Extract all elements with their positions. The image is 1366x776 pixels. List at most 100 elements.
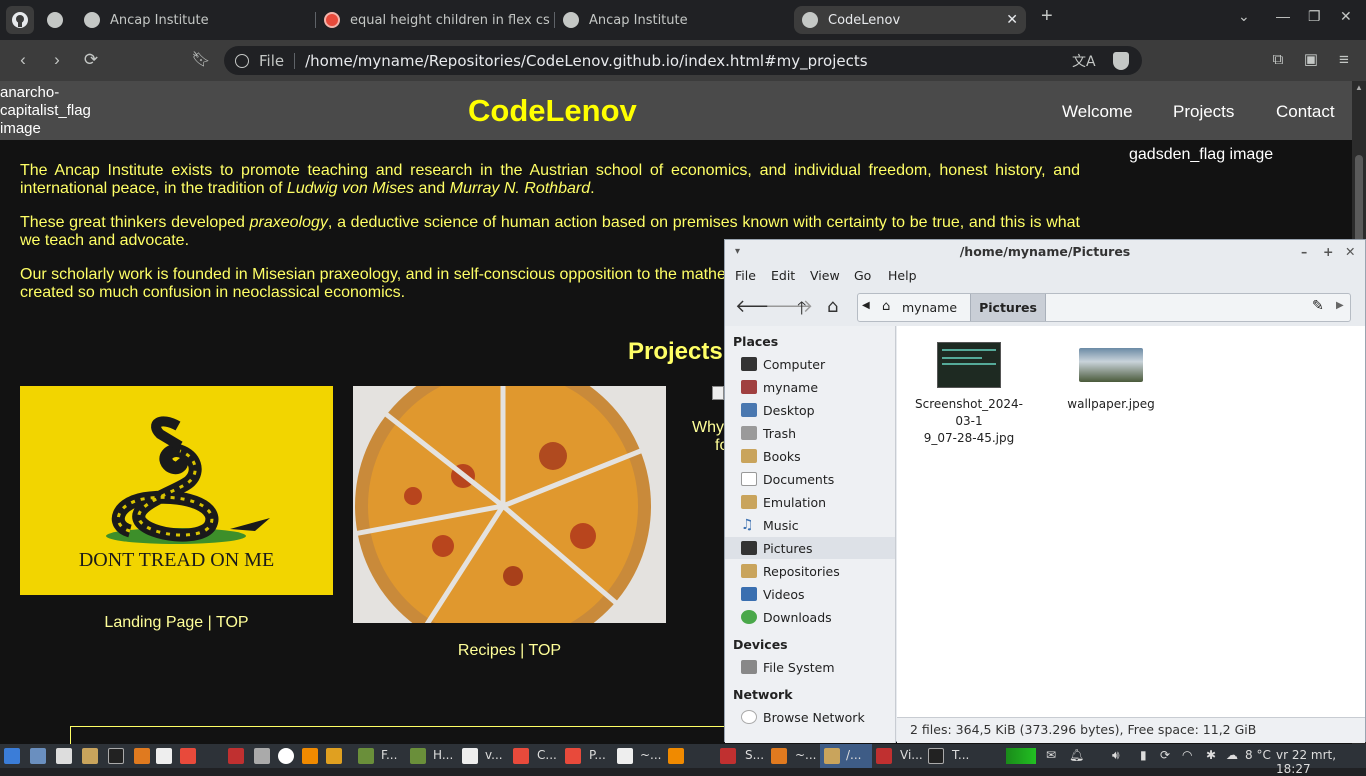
task-icon[interactable] bbox=[358, 748, 374, 764]
fm-menu-go[interactable]: Go bbox=[854, 268, 871, 283]
place-repositories[interactable]: Repositories bbox=[741, 560, 891, 582]
place-books[interactable]: Books bbox=[741, 445, 891, 467]
fm-close-icon[interactable]: ✕ bbox=[1345, 240, 1355, 264]
sidebar-icon[interactable]: ▣ bbox=[1299, 49, 1323, 71]
terminal-launcher-icon[interactable] bbox=[108, 748, 124, 764]
task-label[interactable]: C... bbox=[537, 748, 557, 762]
project-3-caption-partial[interactable]: Why bbox=[692, 419, 724, 437]
active-task[interactable]: /... bbox=[820, 744, 872, 768]
task-icon[interactable] bbox=[565, 748, 581, 764]
new-tab-button[interactable]: + bbox=[1041, 5, 1053, 28]
sublime-launcher-icon[interactable] bbox=[134, 748, 150, 764]
nav-contact-link[interactable]: Contact bbox=[1276, 102, 1335, 122]
crumb-myname[interactable]: myname bbox=[902, 300, 957, 315]
path-left-arrow-icon[interactable]: ◀ bbox=[862, 300, 870, 311]
close-tab-icon[interactable]: ✕ bbox=[1006, 12, 1018, 28]
task-icon[interactable] bbox=[513, 748, 529, 764]
place-desktop[interactable]: Desktop bbox=[741, 399, 891, 421]
url-text[interactable]: /home/myname/Repositories/CodeLenov.gith… bbox=[305, 52, 867, 70]
fm-menu-edit[interactable]: Edit bbox=[771, 268, 795, 283]
address-bar[interactable]: File /home/myname/Repositories/CodeLenov… bbox=[224, 46, 1142, 75]
task-icon[interactable] bbox=[771, 748, 787, 764]
fm-titlebar[interactable]: ▾ /home/myname/Pictures – + ✕ bbox=[725, 240, 1365, 264]
pinned-tab-globe[interactable] bbox=[41, 6, 69, 34]
place-computer[interactable]: Computer bbox=[741, 353, 891, 375]
scroll-up-icon[interactable]: ▲ bbox=[1355, 83, 1363, 92]
info-icon[interactable] bbox=[235, 53, 249, 68]
wifi-icon[interactable]: ◠ bbox=[1182, 748, 1192, 762]
task-label[interactable]: H... bbox=[433, 748, 453, 762]
volume-icon[interactable]: 🔊︎ bbox=[1112, 748, 1120, 763]
show-desktop-icon[interactable] bbox=[30, 748, 46, 764]
fm-up-icon[interactable]: 🡑 bbox=[797, 296, 806, 326]
extensions-icon[interactable]: ⧉ bbox=[1266, 49, 1290, 71]
clock[interactable]: vr 22 mrt, 18:27 bbox=[1276, 748, 1366, 776]
place-videos[interactable]: Videos bbox=[741, 583, 891, 605]
task-icon[interactable] bbox=[410, 748, 426, 764]
window-menu-icon[interactable]: ▾ bbox=[735, 240, 740, 264]
reload-icon[interactable]: ⟳ bbox=[79, 49, 103, 71]
task-label[interactable]: ~... bbox=[640, 748, 662, 762]
place-music[interactable]: ♫ Music bbox=[741, 514, 891, 536]
tab-ancap-institute-2[interactable]: Ancap Institute bbox=[557, 6, 789, 34]
task-icon[interactable] bbox=[668, 748, 684, 764]
top-link[interactable]: TOP bbox=[528, 642, 561, 659]
github-pinned-tab[interactable] bbox=[6, 6, 34, 34]
task-icon[interactable] bbox=[720, 748, 736, 764]
top-link[interactable]: TOP bbox=[216, 614, 249, 631]
landing-page-link[interactable]: Landing Page bbox=[104, 614, 203, 631]
maximize-icon[interactable]: ❐ bbox=[1308, 8, 1321, 25]
app-launcher-icon[interactable] bbox=[228, 748, 244, 764]
tab-codelenov[interactable]: CodeLenov ✕ bbox=[794, 6, 1026, 34]
task-label[interactable]: Vi... bbox=[900, 748, 923, 762]
file-manager-launcher-icon[interactable] bbox=[82, 748, 98, 764]
translate-icon[interactable]: 文A bbox=[1072, 51, 1096, 71]
crumb-pictures[interactable]: Pictures bbox=[970, 294, 1046, 321]
tab-ancap-institute-1[interactable]: Ancap Institute bbox=[78, 6, 310, 34]
bluetooth-icon[interactable]: ✱ bbox=[1206, 748, 1216, 762]
file-item[interactable]: Screenshot_2024-03-1 9_07-28-45.jpg bbox=[907, 342, 1031, 447]
place-pictures[interactable]: Pictures bbox=[725, 537, 895, 559]
fm-menu-help[interactable]: Help bbox=[888, 268, 917, 283]
app-launcher-icon[interactable] bbox=[254, 748, 270, 764]
battery-icon[interactable]: ▮ bbox=[1140, 748, 1147, 762]
task-label[interactable]: S... bbox=[745, 748, 764, 762]
task-label[interactable]: v... bbox=[485, 748, 503, 762]
editor-launcher-icon[interactable] bbox=[156, 748, 172, 764]
updates-icon[interactable]: ⟳ bbox=[1160, 748, 1170, 762]
menu-icon[interactable]: ≡ bbox=[1332, 49, 1356, 71]
edit-path-icon[interactable]: ✎ bbox=[1312, 298, 1324, 314]
file-item[interactable]: wallpaper.jpeg bbox=[1049, 342, 1173, 413]
back-arrow-icon[interactable]: ‹ bbox=[11, 49, 35, 71]
place-documents[interactable]: Documents bbox=[741, 468, 891, 490]
fm-maximize-icon[interactable]: + bbox=[1323, 240, 1333, 264]
app-launcher-icon[interactable] bbox=[326, 748, 342, 764]
place-downloads[interactable]: Downloads bbox=[741, 606, 891, 628]
task-icon[interactable] bbox=[876, 748, 892, 764]
tab-flex-css[interactable]: equal height children in flex css - B bbox=[318, 6, 550, 34]
bookmark-icon[interactable]: 🔖︎ bbox=[189, 49, 213, 71]
app-launcher-icon[interactable] bbox=[278, 748, 294, 764]
clipboard-icon[interactable] bbox=[56, 748, 72, 764]
recipes-link[interactable]: Recipes bbox=[458, 642, 516, 659]
forward-arrow-icon[interactable]: › bbox=[45, 49, 69, 71]
task-label[interactable]: P... bbox=[589, 748, 606, 762]
path-right-arrow-icon[interactable]: ▶ bbox=[1336, 300, 1344, 311]
browse-network[interactable]: Browse Network bbox=[741, 706, 891, 728]
device-file-system[interactable]: File System bbox=[741, 656, 891, 678]
task-icon[interactable] bbox=[617, 748, 633, 764]
task-icon[interactable] bbox=[928, 748, 944, 764]
vlc-launcher-icon[interactable] bbox=[302, 748, 318, 764]
fm-minimize-icon[interactable]: – bbox=[1301, 240, 1307, 264]
nav-welcome-link[interactable]: Welcome bbox=[1062, 102, 1133, 122]
fm-menu-file[interactable]: File bbox=[735, 268, 756, 283]
minimize-icon[interactable]: — bbox=[1276, 8, 1290, 24]
notification-icon[interactable]: 🔔︎ bbox=[1069, 748, 1084, 762]
window-close-icon[interactable]: ✕ bbox=[1340, 8, 1352, 25]
task-label[interactable]: T... bbox=[952, 748, 969, 762]
tab-search-chevron-icon[interactable]: ⌄ bbox=[1238, 8, 1250, 25]
mail-icon[interactable]: ✉ bbox=[1046, 748, 1056, 762]
task-label[interactable]: ~... bbox=[795, 748, 817, 762]
task-label[interactable]: F... bbox=[381, 748, 397, 762]
place-trash[interactable]: Trash bbox=[741, 422, 891, 444]
